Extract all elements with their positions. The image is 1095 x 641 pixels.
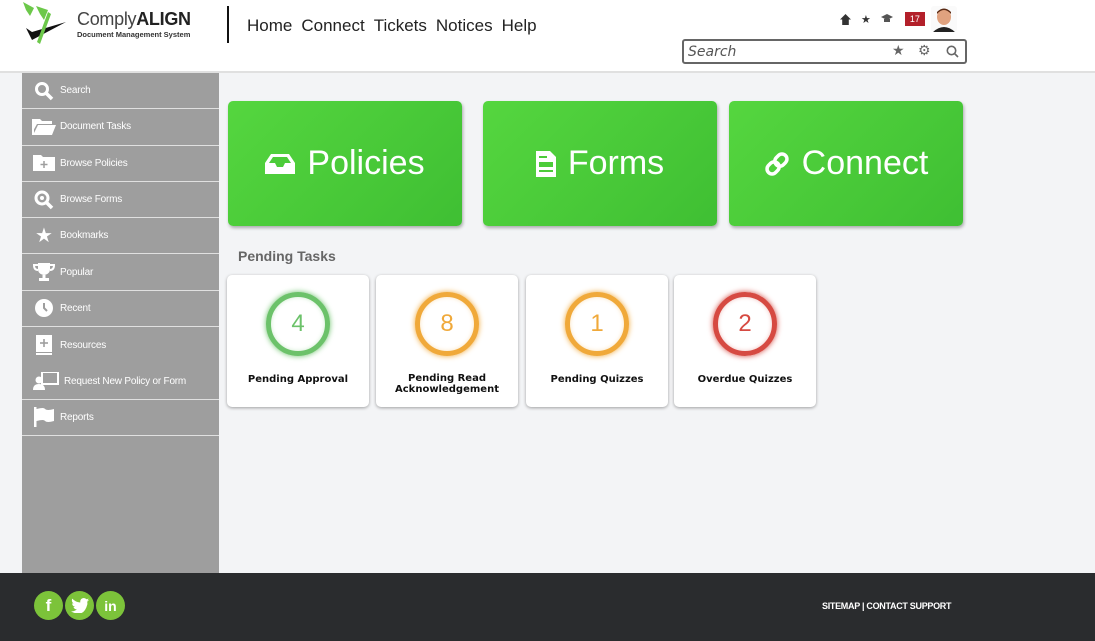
folder-plus-icon [32,153,56,173]
tile-forms[interactable]: Forms [483,101,717,226]
count-ring: 1 [565,292,629,356]
tile-connect-label: Connect [801,144,929,182]
search-box: ★ ⚙ [682,39,967,64]
nav-home[interactable]: Home [247,16,292,36]
brand-subtitle: Document Management System [77,30,191,39]
star-icon: ★ [35,225,53,248]
sidebar-item-reports[interactable]: Reports [22,400,219,436]
file-icon [535,150,556,177]
trophy-icon [32,262,56,282]
flag-icon [32,407,56,428]
home-icon[interactable] [840,13,851,25]
twitter-icon[interactable] [65,591,94,620]
count-ring: 4 [266,292,330,356]
pending-tasks-title: Pending Tasks [238,248,336,264]
nav-connect[interactable]: Connect [301,16,364,36]
tile-connect[interactable]: Connect [729,101,963,226]
sidebar-item-search[interactable]: Search [22,73,219,110]
count-value: 1 [590,310,604,337]
count-value: 4 [291,310,305,337]
header: ComplyALIGN Document Management System H… [0,0,1095,73]
card-label: Overdue Quizzes [697,374,793,385]
top-icons: ★ 17 [840,6,957,32]
sidebar-item-recent[interactable]: Recent [22,291,219,328]
settings-gear-icon[interactable]: ⚙ [918,42,931,59]
star-icon[interactable]: ★ [861,13,871,26]
sidebar-item-browse-forms[interactable]: Browse Forms [22,182,219,219]
tile-policies-label: Policies [307,144,425,182]
footer-links: SITEMAP | CONTACT SUPPORT [822,601,952,611]
logo[interactable]: ComplyALIGN Document Management System [20,2,220,52]
avatar[interactable] [930,6,957,32]
folder-open-icon [32,117,56,137]
contact-support-link[interactable]: CONTACT SUPPORT [866,601,951,611]
search-circle-icon [32,190,56,210]
search-icon [32,81,56,101]
count-value: 8 [440,310,454,337]
card-label: Pending Quizzes [550,374,644,385]
graduation-cap-icon[interactable] [880,14,893,24]
link-icon [764,151,789,176]
sidebar-item-bookmarks[interactable]: ★ Bookmarks [22,218,219,255]
notification-badge[interactable]: 17 [904,12,925,26]
sitemap-link[interactable]: SITEMAP [822,601,860,611]
card-label: Pending Approval [247,374,349,385]
logo-check-icon [23,2,66,44]
nav-notices[interactable]: Notices [436,16,493,36]
sidebar-item-document-tasks[interactable]: Document Tasks [22,109,219,146]
card-label: Pending Read Acknowledgement [395,373,499,395]
facebook-icon[interactable]: f [34,591,63,620]
card-pending-approval[interactable]: 4 Pending Approval [227,275,369,407]
bookmark-star-icon[interactable]: ★ [892,42,905,59]
brand-name: ComplyALIGN [77,9,191,29]
presenter-icon [32,371,60,391]
nav-tickets[interactable]: Tickets [374,16,427,36]
linkedin-icon[interactable]: in [96,591,125,620]
search-input[interactable] [688,43,878,61]
tile-forms-label: Forms [567,144,665,182]
sidebar-item-popular[interactable]: Popular [22,254,219,291]
clock-icon [32,298,56,318]
sidebar-item-resources[interactable]: Resources [22,327,219,363]
sidebar: Search Document Tasks Browse Policies Br… [22,73,219,573]
search-icon[interactable] [946,45,959,58]
sidebar-item-request-new-policy[interactable]: Request New Policy or Form [22,363,219,400]
sidebar-item-browse-policies[interactable]: Browse Policies [22,146,219,182]
count-ring: 2 [713,292,777,356]
count-value: 2 [738,310,752,337]
footer: f in SITEMAP | CONTACT SUPPORT [0,573,1095,641]
tile-policies[interactable]: Policies [228,101,462,226]
card-pending-read-acknowledgement[interactable]: 8 Pending Read Acknowledgement [376,275,518,407]
main-nav: Home Connect Tickets Notices Help [247,16,537,36]
card-overdue-quizzes[interactable]: 2 Overdue Quizzes [674,275,816,407]
book-plus-icon [32,335,56,356]
card-pending-quizzes[interactable]: 1 Pending Quizzes [526,275,668,407]
inbox-icon [265,153,296,174]
count-ring: 8 [415,292,479,356]
nav-help[interactable]: Help [502,16,537,36]
header-divider [227,6,229,43]
